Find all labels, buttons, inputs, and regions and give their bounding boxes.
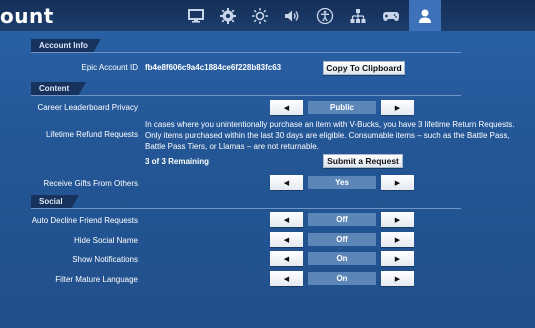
show-notifications-value: On xyxy=(308,252,376,265)
filter-mature-language-next-button[interactable]: ▶ xyxy=(381,271,414,286)
auto-decline-value: Off xyxy=(308,213,376,226)
arrow-right-icon: ▶ xyxy=(394,255,401,263)
refund-remaining: 3 of 3 Remaining xyxy=(145,157,210,166)
gifts-value: Yes xyxy=(308,176,376,189)
section-divider xyxy=(31,95,461,96)
arrow-right-icon: ▶ xyxy=(394,216,401,224)
speaker-icon xyxy=(285,10,299,21)
arrow-left-icon: ◀ xyxy=(283,216,290,224)
epic-account-id-label: Epic Account ID xyxy=(81,63,138,72)
arrow-left-icon: ◀ xyxy=(283,104,290,112)
receive-gifts-label: Receive Gifts From Others xyxy=(43,179,138,188)
gamepad-icon xyxy=(383,11,399,21)
hide-social-name-value: Off xyxy=(308,233,376,246)
monitor-icon xyxy=(188,8,204,23)
tab-game[interactable] xyxy=(212,0,244,31)
epic-account-id-value: fb4e8f606c9a4c1884ce6f228b83fc63 xyxy=(145,63,282,72)
arrow-right-icon: ▶ xyxy=(394,104,401,112)
career-privacy-next-button[interactable]: ▶ xyxy=(381,100,414,115)
section-header-account-info: Account Info xyxy=(31,39,101,53)
show-notifications-label: Show Notifications xyxy=(72,255,138,264)
lifetime-refund-requests-label: Lifetime Refund Requests xyxy=(45,130,138,139)
accessibility-icon xyxy=(316,7,334,24)
user-icon xyxy=(419,9,431,23)
hide-social-name-prev-button[interactable]: ◀ xyxy=(270,232,303,247)
tab-controller[interactable] xyxy=(375,0,407,31)
gifts-next-button[interactable]: ▶ xyxy=(381,175,414,190)
filter-mature-language-label: Filter Mature Language xyxy=(55,275,138,284)
section-divider xyxy=(31,208,461,209)
brightness-icon xyxy=(252,7,268,24)
tab-network[interactable] xyxy=(342,0,374,31)
arrow-right-icon: ▶ xyxy=(394,275,401,283)
career-leaderboard-privacy-label: Career Leaderboard Privacy xyxy=(37,103,139,112)
arrow-left-icon: ◀ xyxy=(283,236,290,244)
show-notifications-next-button[interactable]: ▶ xyxy=(381,251,414,266)
section-header-content: Content xyxy=(31,82,86,96)
arrow-right-icon: ▶ xyxy=(394,236,401,244)
hide-social-name-label: Hide Social Name xyxy=(73,236,138,245)
filter-mature-language-prev-button[interactable]: ◀ xyxy=(270,271,303,286)
gear-icon xyxy=(220,7,236,24)
arrow-left-icon: ◀ xyxy=(283,179,290,187)
tab-accessibility[interactable] xyxy=(309,0,341,31)
network-icon xyxy=(350,8,366,23)
career-privacy-value: Public xyxy=(308,101,376,114)
show-notifications-prev-button[interactable]: ◀ xyxy=(270,251,303,266)
tab-video[interactable] xyxy=(180,0,212,31)
arrow-right-icon: ▶ xyxy=(394,179,401,187)
auto-decline-friend-requests-label: Auto Decline Friend Requests xyxy=(31,216,138,225)
filter-mature-language-value: On xyxy=(308,272,376,285)
tab-brightness[interactable] xyxy=(244,0,276,31)
arrow-left-icon: ◀ xyxy=(283,275,290,283)
gifts-prev-button[interactable]: ◀ xyxy=(270,175,303,190)
tab-account[interactable] xyxy=(409,0,441,31)
tab-audio[interactable] xyxy=(276,0,308,31)
section-divider xyxy=(31,52,461,53)
career-privacy-prev-button[interactable]: ◀ xyxy=(270,100,303,115)
hide-social-name-next-button[interactable]: ▶ xyxy=(381,232,414,247)
copy-to-clipboard-button[interactable]: Copy To Clipboard xyxy=(323,61,405,75)
submit-request-button[interactable]: Submit a Request xyxy=(323,154,403,168)
auto-decline-prev-button[interactable]: ◀ xyxy=(270,212,303,227)
auto-decline-next-button[interactable]: ▶ xyxy=(381,212,414,227)
refund-description: In cases where you unintentionally purch… xyxy=(145,120,515,151)
page-title: ount xyxy=(0,4,54,28)
section-header-social: Social xyxy=(31,195,79,209)
arrow-left-icon: ◀ xyxy=(283,255,290,263)
